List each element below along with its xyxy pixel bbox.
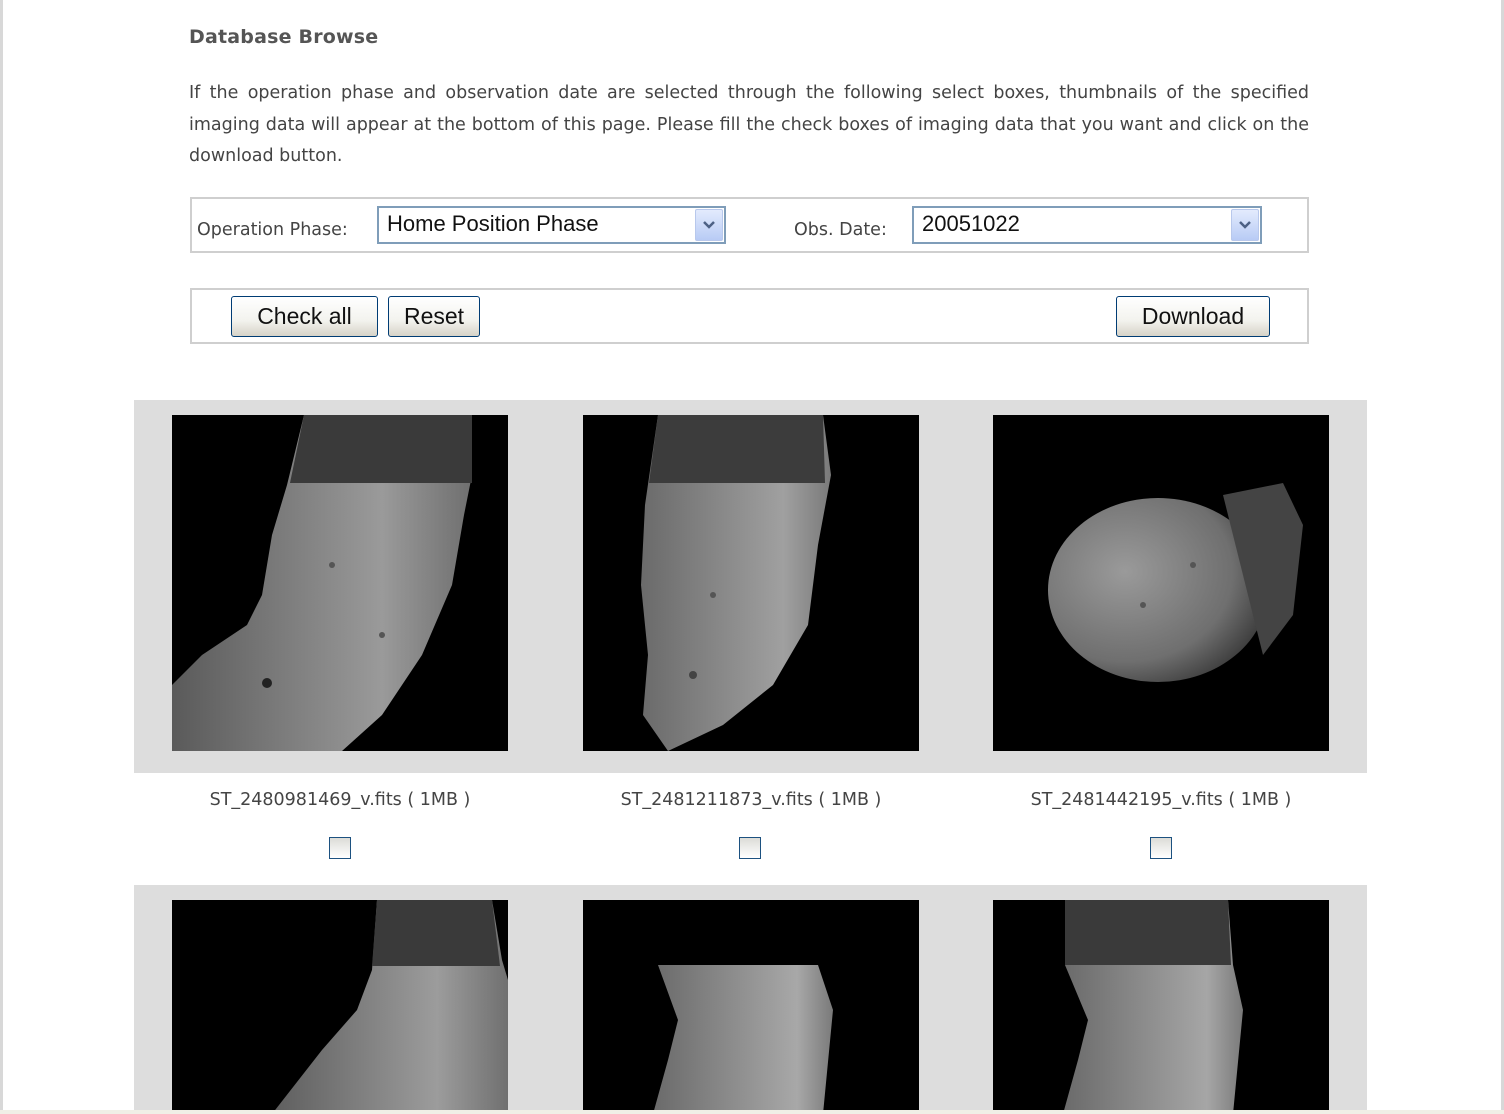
operation-phase-label: Operation Phase: [197,220,348,240]
window-border-bottom [0,1110,1504,1114]
image-checkbox[interactable] [739,837,761,859]
image-filename: ST_2480981469_v.fits ( 1MB ) [209,790,471,810]
intro-text: If the operation phase and observation d… [189,83,1309,166]
operation-phase-select[interactable]: Home Position Phase [377,206,726,244]
page-title: Database Browse [189,26,379,48]
window-border-left [0,0,3,1114]
obs-date-value: 20051022 [922,211,1020,236]
obs-date-label: Obs. Date: [794,220,887,240]
asteroid-thumbnail[interactable] [993,415,1329,751]
chevron-down-icon[interactable] [1231,209,1259,241]
reset-button[interactable]: Reset [388,296,480,337]
asteroid-thumbnail[interactable] [583,415,919,751]
image-filename: ST_2481211873_v.fits ( 1MB ) [620,790,882,810]
image-filename: ST_2481442195_v.fits ( 1MB ) [1030,790,1292,810]
chevron-down-icon[interactable] [695,209,723,241]
download-button[interactable]: Download [1116,296,1270,337]
asteroid-thumbnail[interactable] [172,415,508,751]
asteroid-thumbnail[interactable] [172,900,508,1114]
image-checkbox[interactable] [1150,837,1172,859]
obs-date-select[interactable]: 20051022 [912,206,1262,244]
asteroid-thumbnail[interactable] [583,900,919,1114]
check-all-button[interactable]: Check all [231,296,378,337]
operation-phase-value: Home Position Phase [387,211,599,236]
image-checkbox[interactable] [329,837,351,859]
asteroid-thumbnail[interactable] [993,900,1329,1114]
